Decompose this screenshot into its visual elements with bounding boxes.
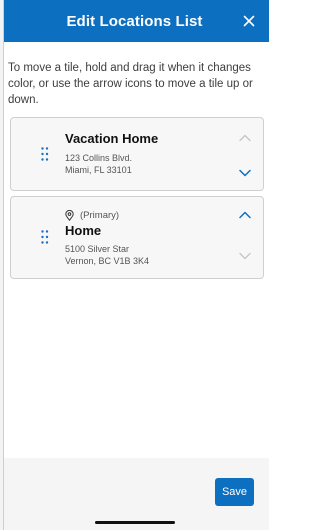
edit-locations-screen: Edit Locations List To move a tile, hold…	[0, 0, 269, 530]
location-details: (Primary) Home 5100 Silver Star Vernon, …	[65, 209, 149, 267]
chevron-down-icon	[239, 252, 251, 260]
chevron-down-icon	[239, 169, 251, 177]
address-line-1: 123 Collins Blvd.	[65, 153, 133, 163]
window-edge	[0, 0, 4, 530]
close-button[interactable]	[239, 11, 259, 31]
primary-label: (Primary)	[80, 209, 120, 221]
address-line-2: Vernon, BC V1B 3K4	[65, 256, 150, 266]
footer-bar: Save	[0, 458, 269, 530]
save-button[interactable]: Save	[215, 478, 254, 506]
address-line-2: Miami, FL 33101	[65, 165, 132, 175]
location-details: Vacation Home 123 Collins Blvd. Miami, F…	[65, 131, 158, 176]
location-tile-vacation-home[interactable]: Vacation Home 123 Collins Blvd. Miami, F…	[10, 117, 264, 191]
chevron-up-icon	[239, 211, 251, 219]
header-bar: Edit Locations List	[0, 0, 269, 42]
move-down-button[interactable]	[236, 249, 254, 263]
drag-handle-icon[interactable]	[41, 230, 49, 244]
primary-indicator: (Primary)	[65, 209, 149, 221]
page-title: Edit Locations List	[66, 12, 203, 30]
location-pin-icon	[65, 209, 74, 221]
move-up-button[interactable]	[236, 131, 254, 145]
chevron-up-icon	[239, 134, 251, 142]
drag-handle-icon[interactable]	[41, 147, 49, 161]
close-icon	[243, 15, 255, 27]
instructions-text: To move a tile, hold and drag it when it…	[8, 62, 253, 106]
address-line-1: 5100 Silver Star	[65, 244, 130, 254]
location-tile-home[interactable]: (Primary) Home 5100 Silver Star Vernon, …	[10, 196, 264, 279]
home-indicator	[95, 521, 175, 524]
location-name: Vacation Home	[65, 131, 159, 146]
move-down-button[interactable]	[236, 166, 254, 180]
move-up-button[interactable]	[236, 208, 254, 222]
location-name: Home	[65, 223, 102, 238]
